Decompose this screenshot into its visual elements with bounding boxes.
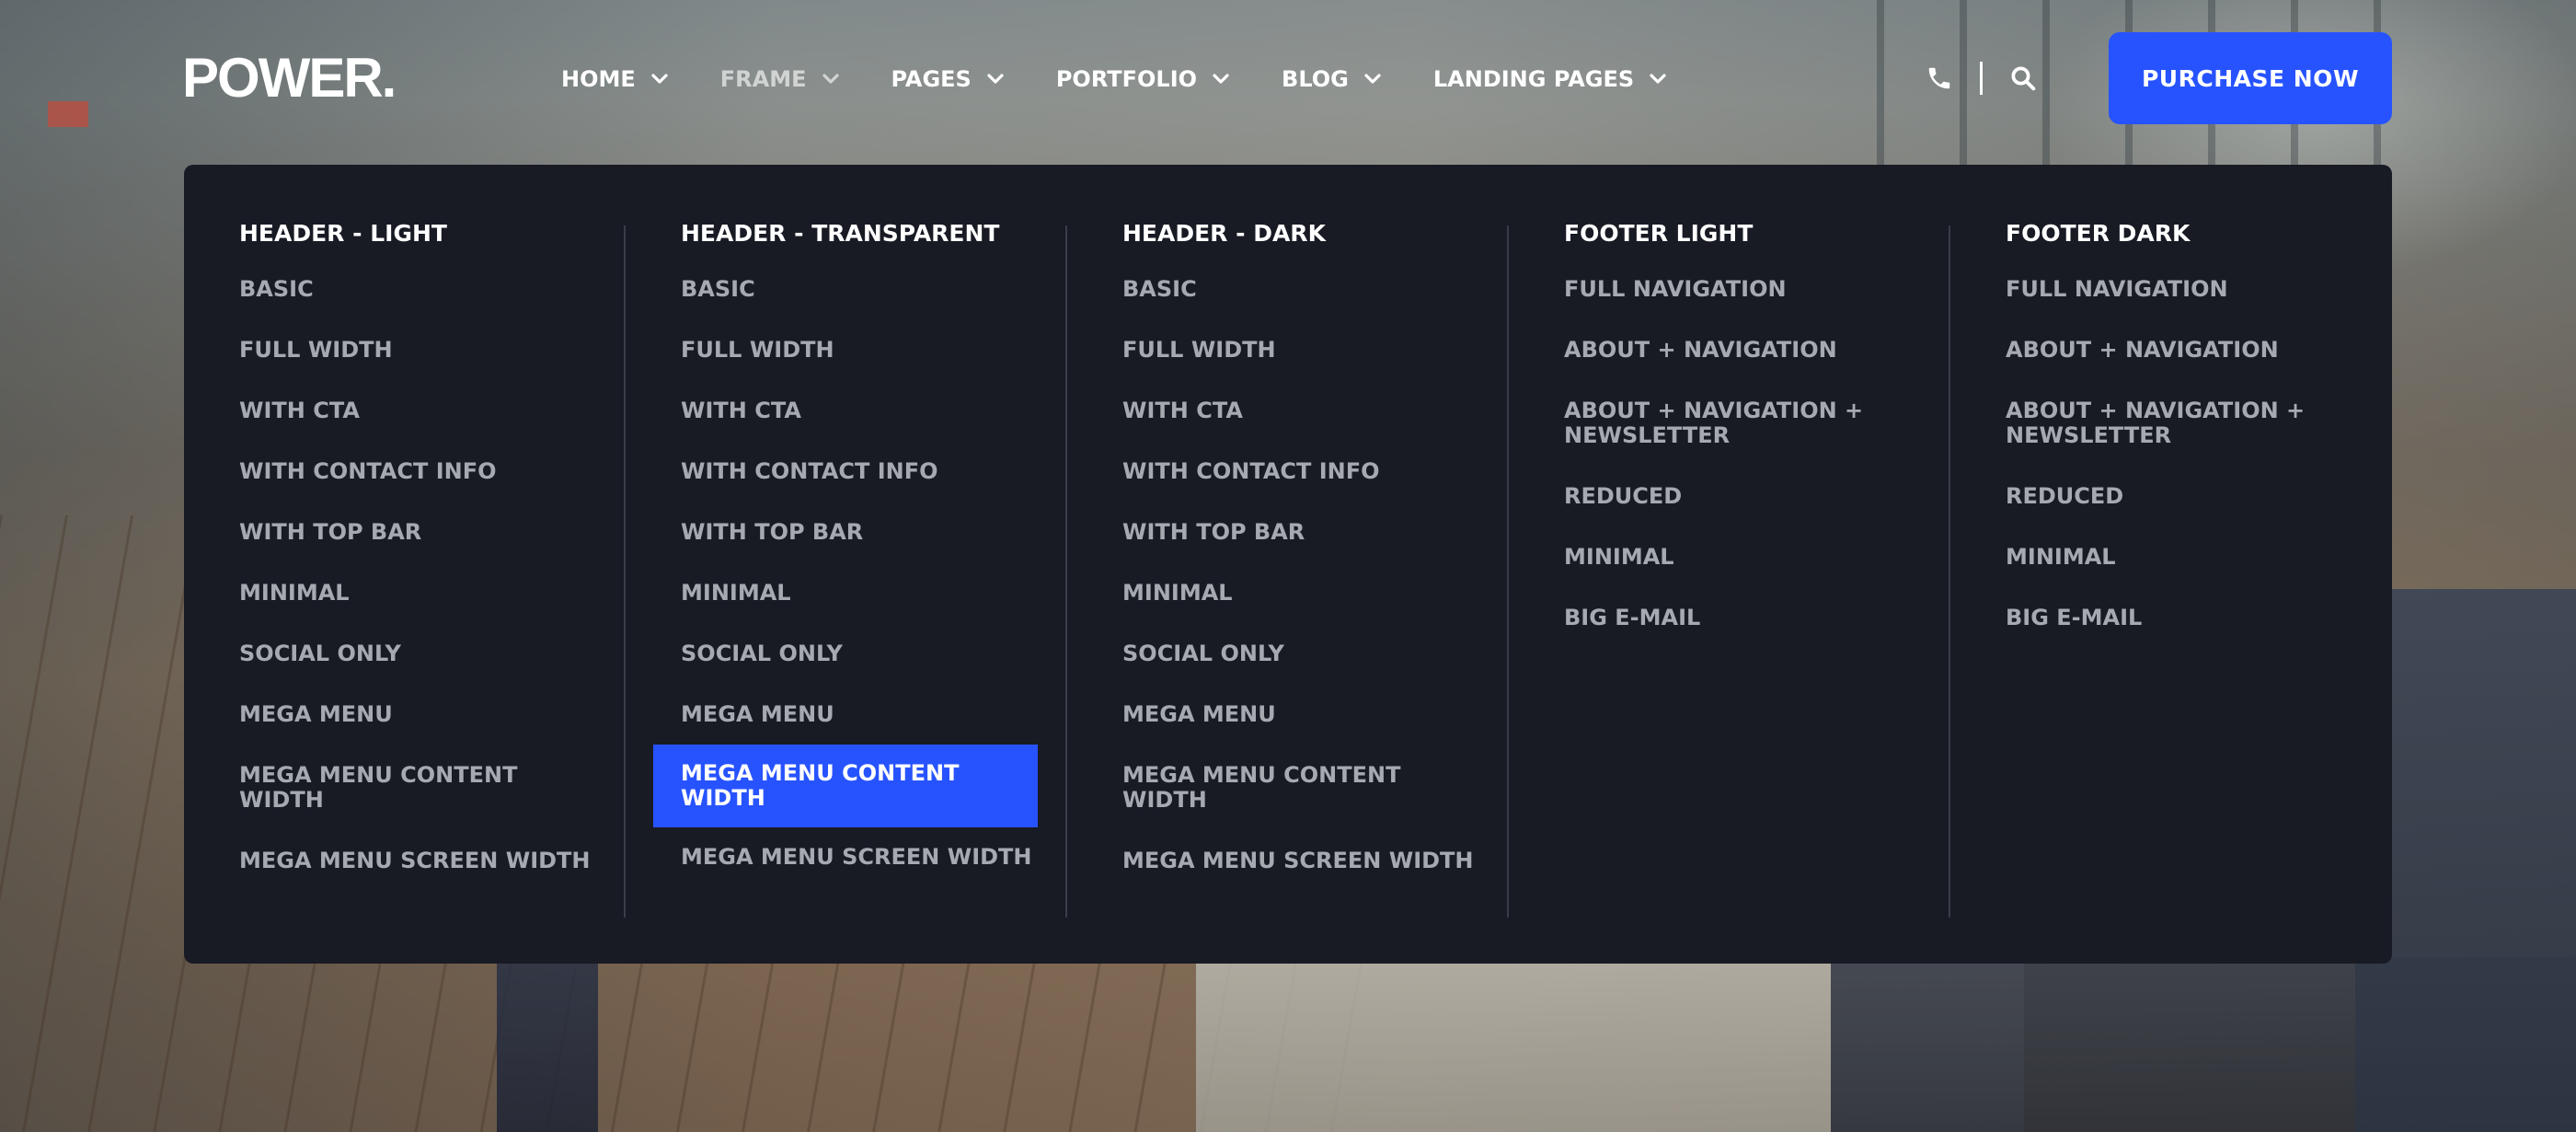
menu-item[interactable]: MEGA MENU — [1122, 700, 1490, 729]
menu-item-active[interactable]: MEGA MENU CONTENT WIDTH — [653, 745, 1038, 827]
main-nav: HOME FRAME PAGES PORTFOLIO BLOG LANDING … — [561, 57, 1719, 101]
menu-item[interactable]: BASIC — [239, 275, 607, 304]
menu-column-footer-dark: FOOTER DARK FULL NAVIGATION ABOUT + NAVI… — [2006, 220, 2374, 664]
nav-item-label: FRAME — [719, 66, 807, 92]
menu-item[interactable]: WITH CTA — [1122, 397, 1490, 425]
menu-item[interactable]: FULL WIDTH — [1122, 336, 1490, 364]
menu-column-items: FULL NAVIGATION ABOUT + NAVIGATION ABOUT… — [2006, 275, 2374, 632]
tools-divider — [1980, 62, 1983, 95]
menu-item[interactable]: BASIC — [1122, 275, 1490, 304]
column-divider — [624, 225, 626, 918]
nav-item-label: LANDING PAGES — [1432, 66, 1635, 92]
search-icon[interactable] — [2007, 62, 2040, 95]
menu-item[interactable]: MINIMAL — [1564, 543, 1932, 572]
menu-item[interactable]: WITH CTA — [681, 397, 1049, 425]
menu-column-title: FOOTER DARK — [2006, 220, 2191, 247]
chevron-down-icon — [986, 70, 1005, 88]
menu-item[interactable]: SOCIAL ONLY — [681, 640, 1049, 668]
menu-column-items: BASIC FULL WIDTH WITH CTA WITH CONTACT I… — [653, 275, 1049, 872]
nav-item-blog[interactable]: BLOG — [1282, 66, 1382, 92]
menu-item[interactable]: REDUCED — [1564, 482, 1932, 511]
nav-item-landing-pages[interactable]: LANDING PAGES — [1433, 66, 1667, 92]
menu-item[interactable]: MEGA MENU SCREEN WIDTH — [681, 843, 1049, 872]
nav-item-home[interactable]: HOME — [561, 66, 669, 92]
nav-item-label: PAGES — [891, 66, 972, 92]
menu-item[interactable]: FULL WIDTH — [681, 336, 1049, 364]
chevron-down-icon — [1363, 70, 1382, 88]
nav-item-frame[interactable]: FRAME — [720, 66, 840, 92]
menu-column-title: HEADER - TRANSPARENT — [681, 220, 1000, 247]
menu-item[interactable]: WITH TOP BAR — [239, 518, 607, 547]
menu-item[interactable]: REDUCED — [2006, 482, 2374, 511]
menu-item[interactable]: MEGA MENU CONTENT WIDTH — [239, 761, 534, 814]
purchase-now-button[interactable]: PURCHASE NOW — [2109, 32, 2392, 124]
menu-item[interactable]: BIG E-MAIL — [1564, 604, 1932, 632]
menu-column-title: FOOTER LIGHT — [1564, 220, 1754, 247]
menu-item[interactable]: WITH TOP BAR — [681, 518, 1049, 547]
menu-item[interactable]: MEGA MENU — [239, 700, 607, 729]
menu-item[interactable]: BASIC — [681, 275, 1049, 304]
menu-item[interactable]: FULL NAVIGATION — [1564, 275, 1932, 304]
menu-item[interactable]: MEGA MENU SCREEN WIDTH — [1122, 847, 1490, 875]
chevron-down-icon — [822, 70, 840, 88]
menu-item[interactable]: ABOUT + NAVIGATION + NEWSLETTER — [1564, 397, 1877, 450]
menu-column-title: HEADER - LIGHT — [239, 220, 447, 247]
nav-item-label: PORTFOLIO — [1055, 66, 1198, 92]
menu-item[interactable]: WITH CONTACT INFO — [1122, 457, 1490, 486]
menu-column-footer-light: FOOTER LIGHT FULL NAVIGATION ABOUT + NAV… — [1564, 220, 1932, 664]
menu-item[interactable]: WITH CTA — [239, 397, 607, 425]
menu-column-header-light: HEADER - LIGHT BASIC FULL WIDTH WITH CTA… — [239, 220, 607, 907]
menu-column-header-transparent: HEADER - TRANSPARENT BASIC FULL WIDTH WI… — [653, 220, 1049, 904]
menu-item[interactable]: WITH TOP BAR — [1122, 518, 1490, 547]
phone-icon[interactable] — [1923, 62, 1956, 95]
menu-item[interactable]: MINIMAL — [2006, 543, 2374, 572]
menu-item[interactable]: ABOUT + NAVIGATION — [1564, 336, 1932, 364]
chevron-down-icon — [1212, 70, 1230, 88]
menu-column-header-dark: HEADER - DARK BASIC FULL WIDTH WITH CTA … — [1122, 220, 1490, 907]
menu-item[interactable]: MEGA MENU CONTENT WIDTH — [1122, 761, 1417, 814]
menu-column-items: BASIC FULL WIDTH WITH CTA WITH CONTACT I… — [1122, 275, 1490, 875]
mega-menu-panel: HEADER - LIGHT BASIC FULL WIDTH WITH CTA… — [184, 165, 2392, 964]
nav-item-portfolio[interactable]: PORTFOLIO — [1056, 66, 1230, 92]
menu-item[interactable]: MINIMAL — [239, 579, 607, 607]
column-divider — [1507, 225, 1509, 918]
menu-column-items: BASIC FULL WIDTH WITH CTA WITH CONTACT I… — [239, 275, 607, 875]
nav-item-label: BLOG — [1282, 66, 1349, 92]
menu-item[interactable]: FULL NAVIGATION — [2006, 275, 2374, 304]
menu-item[interactable]: MINIMAL — [681, 579, 1049, 607]
menu-item[interactable]: WITH CONTACT INFO — [681, 457, 1049, 486]
menu-item[interactable]: MINIMAL — [1122, 579, 1490, 607]
menu-item[interactable]: ABOUT + NAVIGATION + NEWSLETTER — [2006, 397, 2318, 450]
menu-column-title: HEADER - DARK — [1122, 220, 1326, 247]
chevron-down-icon — [1649, 70, 1667, 88]
menu-item[interactable]: BIG E-MAIL — [2006, 604, 2374, 632]
header-tools — [1923, 55, 2040, 101]
menu-item[interactable]: FULL WIDTH — [239, 336, 607, 364]
menu-item[interactable]: WITH CONTACT INFO — [239, 457, 607, 486]
menu-item[interactable]: SOCIAL ONLY — [1122, 640, 1490, 668]
menu-item[interactable]: SOCIAL ONLY — [239, 640, 607, 668]
site-logo[interactable]: POWER. — [182, 46, 397, 110]
site-header: POWER. HOME FRAME PAGES PORTFOLIO BLOG L… — [0, 0, 2576, 156]
nav-item-pages[interactable]: PAGES — [891, 66, 1005, 92]
nav-item-label: HOME — [561, 66, 636, 92]
menu-item[interactable]: MEGA MENU SCREEN WIDTH — [239, 847, 607, 875]
menu-column-items: FULL NAVIGATION ABOUT + NAVIGATION ABOUT… — [1564, 275, 1932, 632]
column-divider — [1065, 225, 1067, 918]
menu-item[interactable]: MEGA MENU — [681, 700, 1049, 729]
column-divider — [1949, 225, 1950, 918]
menu-item[interactable]: ABOUT + NAVIGATION — [2006, 336, 2374, 364]
chevron-down-icon — [650, 70, 669, 88]
